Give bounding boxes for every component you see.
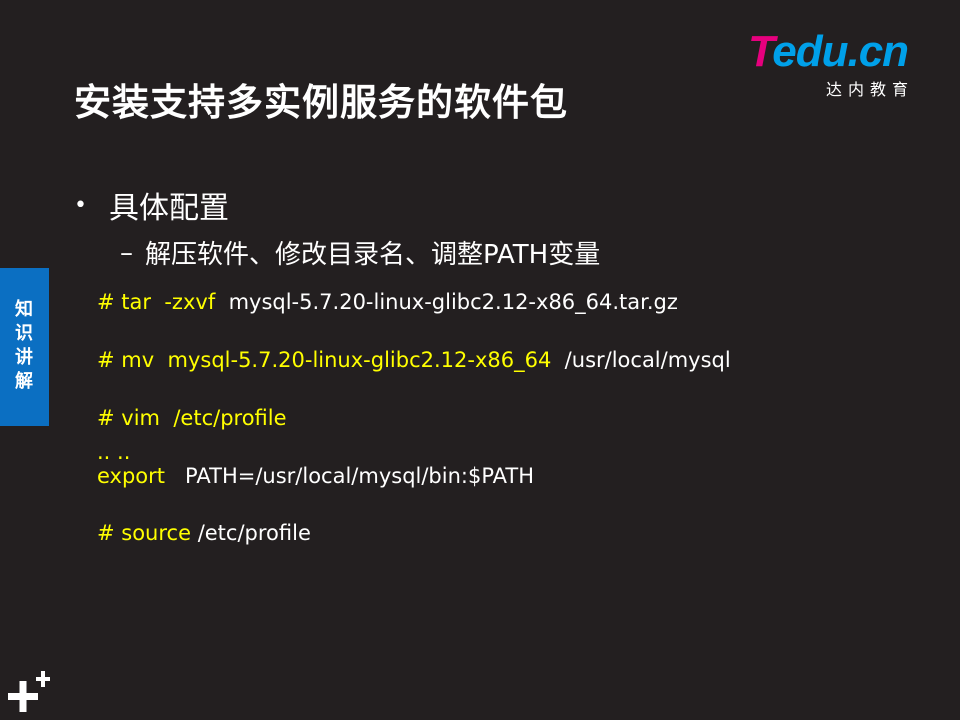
sub-bullet-label: 解压软件、修改目录名、调整PATH变量 — [145, 240, 601, 270]
code-line-1-cmd: # tar -zxvf — [97, 290, 216, 314]
code-line-2-cmd: # mv mysql-5.7.20-linux-glibc2.12-x86_64 — [97, 348, 552, 372]
code-line-6-cmd: # source — [97, 521, 192, 545]
logo-wordmark-t: T — [748, 27, 773, 76]
slide-title: 安装支持多实例服务的软件包 — [74, 81, 568, 124]
side-tab-label: 知识讲解 — [15, 299, 33, 392]
code-line-6: # source /etc/profile — [97, 521, 311, 545]
dash-icon: – — [120, 237, 133, 268]
code-line-1-arg: mysql-5.7.20-linux-glibc2.12-x86_64.tar.… — [215, 290, 678, 314]
code-line-2: # mv mysql-5.7.20-linux-glibc2.12-x86_64… — [97, 348, 731, 372]
code-line-2-arg: /usr/local/mysql — [551, 348, 731, 372]
slide: 安装支持多实例服务的软件包 Tedu.cn 达内教育 知识讲解 • 具体配置 –… — [0, 0, 960, 720]
code-line-4: .. .. — [97, 440, 130, 464]
logo-wordmark: Tedu.cn — [748, 27, 909, 76]
code-line-5: export PATH=/usr/local/mysql/bin:$PATH — [97, 464, 534, 488]
code-line-5-cmd: export — [97, 464, 166, 488]
bullet-item: • 具体配置 — [74, 183, 229, 227]
code-line-5-arg: PATH=/usr/local/mysql/bin:$PATH — [165, 464, 535, 488]
code-line-1: # tar -zxvf mysql-5.7.20-linux-glibc2.12… — [97, 290, 678, 314]
code-line-4-cmd: .. .. — [97, 440, 131, 464]
sub-bullet-item: – 解压软件、修改目录名、调整PATH变量 — [120, 234, 600, 271]
code-line-6-arg: /etc/profile — [191, 521, 311, 545]
code-line-3: # vim /etc/profile — [97, 406, 287, 430]
bullet-label: 具体配置 — [108, 191, 229, 226]
bullet-dot-icon: • — [74, 192, 87, 218]
logo-wordmark-rest: edu.cn — [772, 27, 909, 76]
code-line-3-cmd: # vim /etc/profile — [97, 406, 287, 430]
tedu-logo: Tedu.cn 达内教育 — [748, 30, 938, 100]
logo-subtitle: 达内教育 — [826, 80, 915, 99]
side-tab: 知识讲解 — [0, 268, 49, 426]
plus-plus-icon — [8, 671, 50, 712]
